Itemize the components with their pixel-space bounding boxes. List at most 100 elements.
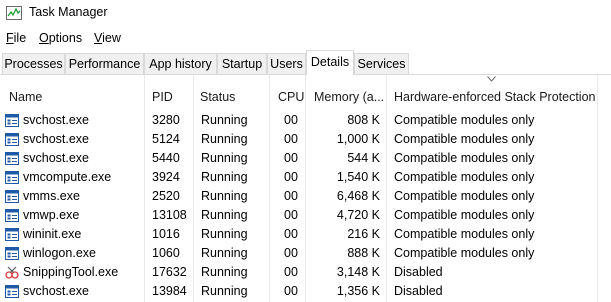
cell-memory: 544 K [347, 151, 380, 165]
cell-status: Running [201, 246, 248, 260]
column-header-name[interactable]: Name [9, 90, 42, 108]
cell-memory: 808 K [347, 113, 380, 127]
cell-status: Running [201, 113, 248, 127]
service-host-icon [5, 247, 19, 260]
table-row[interactable]: wininit.exe 1016 Running 00 216 K Compatible … [0, 225, 611, 244]
cell-pid: 3924 [152, 170, 180, 184]
cell-stack-protection: Compatible modules only [394, 208, 535, 222]
cell-pid: 13984 [152, 284, 187, 298]
tab-app-history[interactable]: App history [144, 53, 217, 74]
cell-pid: 5440 [152, 151, 180, 165]
tab-services[interactable]: Services [354, 53, 409, 74]
tab-performance[interactable]: Performance [65, 53, 144, 74]
cell-pid: 1016 [152, 227, 180, 241]
cell-status: Running [201, 189, 248, 203]
cell-memory: 216 K [347, 227, 380, 241]
cell-pid: 5124 [152, 132, 180, 146]
cell-stack-protection: Compatible modules only [394, 151, 535, 165]
cell-stack-protection: Compatible modules only [394, 246, 535, 260]
cell-status: Running [201, 265, 248, 279]
tab-processes[interactable]: Processes [2, 53, 65, 74]
cell-memory: 6,468 K [336, 189, 380, 203]
table-row[interactable]: vmwp.exe 13108 Running 00 4,720 K Compatible … [0, 206, 611, 225]
cell-name: wininit.exe [23, 227, 82, 241]
menu-file-label-rest: ile [13, 31, 27, 45]
sort-indicator-icon [487, 76, 496, 82]
tab-details[interactable]: Details [306, 50, 354, 75]
cell-memory: 1,000 K [336, 132, 380, 146]
cell-name: vmcompute.exe [23, 170, 112, 184]
snipping-tool-icon [5, 266, 19, 279]
column-header-memory[interactable]: Memory (a... [314, 90, 384, 108]
cell-stack-protection: Disabled [394, 265, 443, 279]
service-host-icon [5, 285, 19, 298]
column-header-pid[interactable]: PID [152, 90, 173, 108]
window-title: Task Manager [29, 5, 108, 19]
cell-name: SnippingTool.exe [23, 265, 119, 279]
cell-name: svchost.exe [23, 113, 90, 127]
cell-cpu: 00 [284, 284, 298, 298]
cell-cpu: 00 [284, 132, 298, 146]
table-row[interactable]: svchost.exe 3280 Running 00 808 K Compatible … [0, 111, 611, 130]
table-row[interactable]: vmms.exe 2520 Running 00 6,468 K Compatible m… [0, 187, 611, 206]
cell-status: Running [201, 132, 248, 146]
table-row[interactable]: svchost.exe 5124 Running 00 1,000 K Compatibl… [0, 130, 611, 149]
menu-options[interactable]: Options [39, 31, 82, 45]
cell-status: Running [201, 208, 248, 222]
cell-cpu: 00 [284, 113, 298, 127]
menu-file[interactable]: File [6, 31, 26, 45]
cell-cpu: 00 [284, 227, 298, 241]
cell-memory: 4,720 K [336, 208, 380, 222]
cell-status: Running [201, 151, 248, 165]
menu-options-label-rest: ptions [48, 31, 83, 45]
table-row[interactable]: svchost.exe 5440 Running 00 544 K Compatible … [0, 149, 611, 168]
service-host-icon [5, 209, 19, 222]
cell-cpu: 00 [284, 208, 298, 222]
table-row[interactable]: winlogon.exe 1060 Running 00 888 K Compatible… [0, 244, 611, 263]
menu-view[interactable]: View [94, 31, 121, 45]
cell-pid: 3280 [152, 113, 180, 127]
task-manager-icon [6, 6, 22, 20]
cell-memory: 3,148 K [336, 265, 380, 279]
tab-users[interactable]: Users [267, 53, 306, 74]
menu-view-accelerator: V [94, 31, 103, 45]
column-header-cpu[interactable]: CPU [278, 90, 304, 108]
cell-name: winlogon.exe [23, 246, 96, 260]
menu-file-accelerator: F [6, 31, 14, 45]
title-bar: Task Manager [0, 0, 611, 26]
service-host-icon [5, 228, 19, 241]
service-host-icon [5, 133, 19, 146]
cell-status: Running [201, 227, 248, 241]
cell-stack-protection: Compatible modules only [394, 189, 535, 203]
service-host-icon [5, 152, 19, 165]
table-row[interactable]: svchost.exe 13984 Running 00 1,356 K Disabled [0, 282, 611, 301]
service-host-icon [5, 171, 19, 184]
menu-view-label-rest: iew [102, 31, 121, 45]
cell-name: svchost.exe [23, 284, 90, 298]
process-details-table: Name PID Status CPU Memory (a... Hardwar… [0, 75, 611, 302]
cell-stack-protection: Compatible modules only [394, 227, 535, 241]
cell-cpu: 00 [284, 246, 298, 260]
cell-cpu: 00 [284, 189, 298, 203]
cell-stack-protection: Compatible modules only [394, 113, 535, 127]
cell-name: vmwp.exe [23, 208, 80, 222]
cell-cpu: 00 [284, 265, 298, 279]
table-row[interactable]: SnippingTool.exe 17632 Running 00 3,148 K Dis… [0, 263, 611, 282]
table-row[interactable]: vmcompute.exe 3924 Running 00 1,540 K Compati… [0, 168, 611, 187]
cell-stack-protection: Compatible modules only [394, 170, 535, 184]
cell-memory: 1,356 K [336, 284, 380, 298]
tab-startup[interactable]: Startup [217, 53, 267, 74]
menu-bar: File Options View [0, 29, 611, 49]
cell-name: svchost.exe [23, 151, 90, 165]
service-host-icon [5, 190, 19, 203]
column-header-stack-protection[interactable]: Hardware-enforced Stack Protection [394, 90, 595, 108]
cell-pid: 2520 [152, 189, 180, 203]
menu-options-accelerator: O [39, 31, 49, 45]
cell-pid: 1060 [152, 246, 180, 260]
column-header-status[interactable]: Status [200, 90, 235, 108]
cell-memory: 888 K [347, 246, 380, 260]
cell-status: Running [201, 170, 248, 184]
cell-status: Running [201, 284, 248, 298]
cell-name: svchost.exe [23, 132, 90, 146]
cell-cpu: 00 [284, 151, 298, 165]
